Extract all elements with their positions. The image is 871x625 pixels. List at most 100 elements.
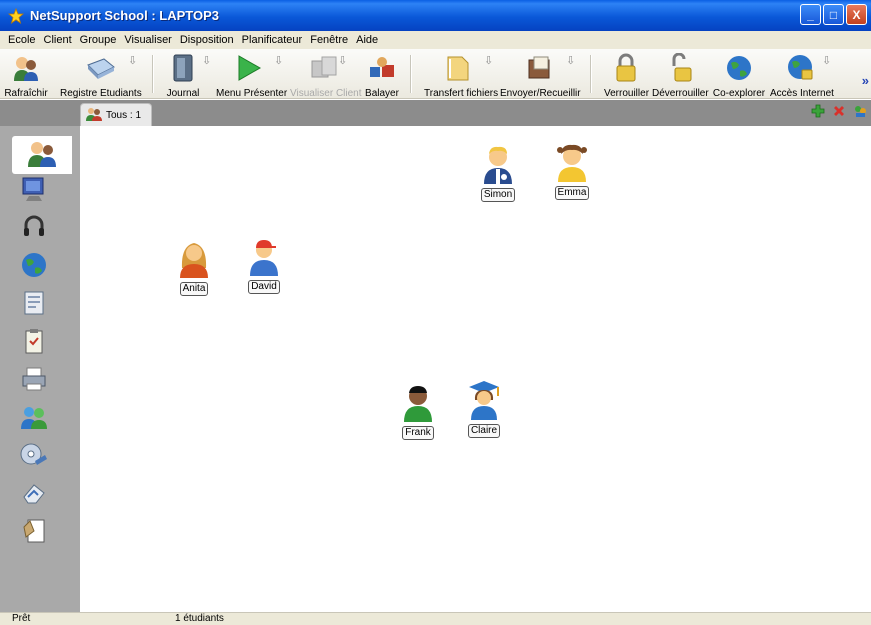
student-name-label: David xyxy=(248,280,280,294)
internet-dropdown-arrow[interactable]: ⇩ xyxy=(822,54,831,67)
view-client-label: Visualiser Client xyxy=(290,88,362,99)
unlock-label: Déverrouiller xyxy=(652,88,709,99)
view-client-button[interactable]: Visualiser Client xyxy=(290,52,362,99)
star-icon xyxy=(8,7,24,24)
present-dropdown-arrow[interactable]: ⇩ xyxy=(274,54,283,67)
board-icon xyxy=(20,517,48,548)
internet-access-label: Accès Internet xyxy=(770,88,834,99)
student-anita[interactable]: Anita xyxy=(174,238,214,296)
disc-icon xyxy=(19,441,49,472)
register-dropdown-arrow[interactable]: ⇩ xyxy=(128,54,137,67)
journal-button[interactable]: Journal xyxy=(158,52,208,99)
sidebar-item-devices[interactable] xyxy=(16,438,52,474)
menu-groupe[interactable]: Groupe xyxy=(76,34,121,46)
folder-icon xyxy=(441,52,475,84)
journal-dropdown-arrow[interactable]: ⇩ xyxy=(202,54,211,67)
menu-visualiser[interactable]: Visualiser xyxy=(120,34,176,46)
view-dropdown-arrow[interactable]: ⇩ xyxy=(338,54,347,67)
minimize-button[interactable]: _ xyxy=(800,4,821,25)
student-avatar-icon xyxy=(180,243,208,278)
clients-icon xyxy=(25,139,59,172)
status-bar: Prêt 1 étudiants xyxy=(0,612,871,625)
sidebar-item-applications[interactable] xyxy=(16,286,52,322)
co-explore-label: Co-explorer xyxy=(712,88,766,99)
sidebar-item-whiteboard[interactable] xyxy=(16,514,52,550)
student-name-label: Simon xyxy=(480,188,516,202)
transfer-dropdown-arrow[interactable]: ⇩ xyxy=(484,54,493,67)
menu-client[interactable]: Client xyxy=(40,34,76,46)
journal-icon xyxy=(166,52,200,84)
toolbar-separator xyxy=(410,55,411,93)
x-icon[interactable] xyxy=(832,104,846,121)
lock-button[interactable]: Verrouiller xyxy=(604,52,650,99)
globe-icon xyxy=(722,52,756,84)
maximize-button[interactable]: □ xyxy=(823,4,844,25)
lock-icon xyxy=(609,52,643,84)
view-client-icon xyxy=(307,52,341,84)
menu-planificateur[interactable]: Planificateur xyxy=(238,34,307,46)
tab-all-students[interactable]: Tous : 1 xyxy=(80,103,152,126)
title-bar: NetSupport School : LAPTOP3 _ □ X xyxy=(0,0,871,31)
scan-button[interactable]: Balayer xyxy=(362,52,402,99)
student-name-label: Anita xyxy=(179,282,209,296)
sidebar-item-audio[interactable] xyxy=(16,210,52,246)
window-title: NetSupport School : LAPTOP3 xyxy=(30,8,219,23)
menu-disposition[interactable]: Disposition xyxy=(176,34,238,46)
file-transfer-button[interactable]: Transfert fichiers xyxy=(424,52,499,99)
send-collect-label: Envoyer/Recueillir xyxy=(500,88,581,99)
scan-icon xyxy=(365,52,399,84)
student-simon[interactable]: Simon xyxy=(478,144,518,202)
student-avatar-icon xyxy=(557,144,587,182)
internet-lock-icon xyxy=(784,52,818,84)
view-sidebar xyxy=(0,126,80,612)
present-label: Menu Présenter xyxy=(216,88,288,99)
headset-icon xyxy=(20,213,48,244)
send-collect-icon xyxy=(523,52,557,84)
toolbar-separator xyxy=(152,55,153,93)
student-name-label: Claire xyxy=(467,424,501,438)
sidebar-item-printing[interactable] xyxy=(16,362,52,398)
toolbar-more-chevron-icon[interactable]: » xyxy=(862,73,869,88)
student-avatar-icon xyxy=(250,240,278,276)
student-david[interactable]: David xyxy=(244,236,284,294)
student-count-text: 1 étudiants xyxy=(175,613,224,624)
plus-icon[interactable] xyxy=(811,104,825,121)
lock-label: Verrouiller xyxy=(604,88,650,99)
group-tab-bar: Tous : 1 xyxy=(0,100,871,126)
menu-ecole[interactable]: Ecole xyxy=(4,34,40,46)
group-icon xyxy=(85,107,103,124)
student-frank[interactable]: Frank xyxy=(398,382,438,440)
group-properties-icon[interactable] xyxy=(853,104,867,121)
co-explore-button[interactable]: Co-explorer xyxy=(712,52,766,99)
document-icon xyxy=(22,289,46,320)
globe-icon xyxy=(20,251,48,282)
sidebar-item-groups[interactable] xyxy=(16,400,52,436)
unlock-button[interactable]: Déverrouiller xyxy=(652,52,709,99)
unlock-icon xyxy=(663,52,697,84)
toolbar: Rafraîchir Registre Etudiants ⇩ Journal … xyxy=(0,49,871,99)
menu-aide[interactable]: Aide xyxy=(352,34,382,46)
toolbar-separator xyxy=(590,55,591,93)
tab-label: Tous : 1 xyxy=(106,109,142,121)
sidebar-item-clients[interactable] xyxy=(12,136,72,174)
sidebar-item-internet[interactable] xyxy=(16,248,52,284)
status-text: Prêt xyxy=(12,613,31,624)
printer-icon xyxy=(20,365,48,396)
sidebar-item-history[interactable] xyxy=(16,476,52,512)
sidebar-item-screens[interactable] xyxy=(16,172,52,208)
file-transfer-label: Transfert fichiers xyxy=(424,88,499,99)
refresh-button[interactable]: Rafraîchir xyxy=(4,52,48,99)
student-avatar-icon xyxy=(404,386,432,422)
refresh-students-icon xyxy=(9,52,43,84)
student-emma[interactable]: Emma xyxy=(552,142,592,200)
collect-dropdown-arrow[interactable]: ⇩ xyxy=(566,54,575,67)
sidebar-item-tests[interactable] xyxy=(16,324,52,360)
menu-fenetre[interactable]: Fenêtre xyxy=(306,34,352,46)
student-claire[interactable]: Claire xyxy=(464,380,504,438)
present-button[interactable]: Menu Présenter xyxy=(216,52,288,99)
student-name-label: Emma xyxy=(554,186,590,200)
menu-bar: Ecole Client Groupe Visualiser Dispositi… xyxy=(0,31,871,49)
eraser-icon xyxy=(20,479,48,510)
clipboard-icon xyxy=(22,327,46,358)
close-button[interactable]: X xyxy=(846,4,867,25)
